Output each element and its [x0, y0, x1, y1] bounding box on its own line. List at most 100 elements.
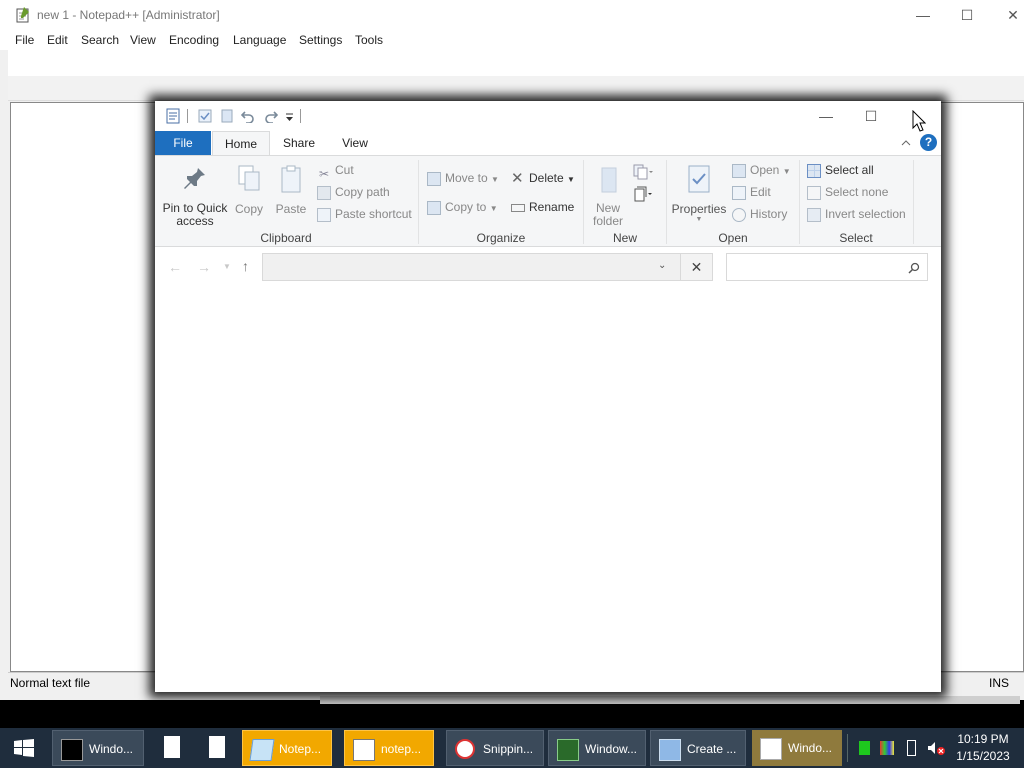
invert-selection-button[interactable]: Invert selection [807, 204, 906, 224]
scissors-icon: ✂ [318, 166, 330, 181]
address-dropdown-icon[interactable]: ⌄ [658, 260, 666, 271]
notepad-menu-bar: File Edit Search View Encoding Language … [0, 30, 1024, 50]
create-icon [659, 739, 681, 761]
notepad-tab-bar [8, 76, 1024, 100]
select-all-button[interactable]: Select all [807, 160, 874, 180]
pin-to-quick-access-button[interactable]: Pin to Quick access [161, 164, 229, 228]
back-arrow-icon[interactable]: ← [168, 259, 182, 275]
menu-file[interactable]: File [15, 33, 34, 47]
usb-device-icon[interactable] [907, 740, 916, 756]
paste-shortcut-button[interactable]: Paste shortcut [317, 204, 412, 224]
menu-encoding[interactable]: Encoding [169, 33, 219, 47]
rename-button[interactable]: Rename [511, 197, 574, 217]
collapse-ribbon-icon[interactable] [901, 139, 911, 147]
open-button[interactable]: Open ▼ [732, 160, 791, 180]
new-folder-qa-icon[interactable] [221, 109, 233, 123]
up-arrow-icon[interactable]: ↑ [242, 258, 249, 274]
explorer-maximize-button[interactable]: ☐ [848, 101, 894, 131]
properties-button[interactable]: Properties ▼ [671, 164, 727, 223]
taskbar-item-notepadpp[interactable]: notep... [344, 730, 434, 766]
start-button[interactable] [0, 728, 48, 768]
taskbar-item-windows-explorer[interactable]: Windo... [752, 730, 842, 766]
menu-view[interactable]: View [130, 33, 156, 47]
rename-icon [511, 203, 525, 212]
copy-to-button[interactable]: Copy to ▼ [427, 197, 498, 217]
paste-icon [281, 165, 301, 193]
notepad-title-bar[interactable]: new 1 - Notepad++ [Administrator] — ☐ ✕ [0, 0, 1024, 30]
maximize-button[interactable]: ☐ [944, 0, 990, 30]
tab-home[interactable]: Home [212, 131, 270, 155]
rename-label: Rename [529, 200, 575, 214]
green-status-icon[interactable] [859, 741, 870, 755]
menu-tools[interactable]: Tools [355, 33, 383, 47]
ribbon-home: Pin to Quick access Copy Paste ✂ Cut Copy… [155, 155, 941, 247]
recent-locations-dropdown-icon[interactable]: ▼ [223, 262, 231, 271]
clock-date: 1/15/2023 [956, 749, 1010, 763]
taskbar-label: Windo... [89, 742, 134, 756]
notepad-horizontal-scrollbar[interactable] [320, 696, 1020, 704]
taskbar-item-snipping[interactable]: Snippin... [446, 730, 544, 766]
new-folder-button[interactable]: New folder [589, 164, 627, 228]
tab-view[interactable]: View [331, 131, 379, 155]
explorer-properties-icon[interactable] [166, 108, 180, 124]
menu-edit[interactable]: Edit [47, 33, 68, 47]
explorer-title-bar[interactable]: — ☐ [155, 101, 941, 131]
minimize-button[interactable]: — [900, 0, 946, 30]
search-box[interactable] [726, 253, 928, 281]
blank-document-icon[interactable] [209, 736, 225, 758]
menu-language[interactable]: Language [233, 33, 286, 47]
undo-icon[interactable] [241, 109, 255, 123]
customize-qa-dropdown-icon[interactable] [285, 113, 294, 122]
tab-share[interactable]: Share [275, 131, 323, 155]
copy-path-button[interactable]: Copy path [317, 182, 390, 202]
paste-shortcut-icon [317, 207, 331, 222]
address-bar[interactable]: ⌄ [262, 253, 713, 281]
taskbar-item-window[interactable]: Window... [548, 730, 646, 766]
properties-dropdown-icon: ▼ [695, 216, 703, 223]
explorer-window: — ☐ File Home Share View ? Pin to Quick … [155, 101, 941, 692]
taskbar-item-cmd[interactable]: Windo... [52, 730, 144, 766]
cut-button[interactable]: ✂ Cut [317, 160, 354, 181]
redo-icon[interactable] [264, 109, 278, 123]
taskbar-clock[interactable]: 10:19 PM 1/15/2023 [948, 731, 1018, 765]
delete-icon: ✕ [511, 169, 524, 187]
select-none-icon [807, 185, 821, 200]
taskbar-label: Windo... [788, 741, 833, 755]
select-none-label: Select none [825, 185, 889, 199]
paste-button[interactable]: Paste [273, 164, 309, 216]
file-list-area[interactable] [155, 289, 941, 692]
checkmark-icon[interactable] [198, 109, 212, 123]
select-all-icon [807, 163, 821, 178]
explorer-minimize-button[interactable]: — [803, 101, 849, 131]
forward-arrow-icon[interactable]: → [197, 259, 211, 275]
blank-document-icon[interactable] [164, 736, 180, 758]
taskbar-item-create[interactable]: Create ... [650, 730, 746, 766]
copy-button[interactable]: Copy [231, 164, 267, 216]
edit-button[interactable]: Edit [732, 182, 771, 202]
tab-file[interactable]: File [155, 131, 211, 155]
menu-search[interactable]: Search [81, 33, 119, 47]
help-icon[interactable]: ? [920, 134, 937, 151]
move-to-icon [427, 171, 441, 186]
color-palette-icon[interactable] [880, 741, 894, 755]
taskbar-item-notepad[interactable]: Notep... [242, 730, 332, 766]
pin-label: Pin to Quick access [162, 201, 228, 228]
menu-settings[interactable]: Settings [299, 33, 342, 47]
history-icon [732, 207, 746, 222]
select-none-button[interactable]: Select none [807, 182, 888, 202]
close-button[interactable]: ✕ [990, 0, 1024, 30]
delete-button[interactable]: ✕ Delete ▼ [511, 168, 575, 188]
move-to-button[interactable]: Move to ▼ [427, 168, 499, 188]
notepadpp-icon [353, 739, 375, 761]
new-item-icon[interactable] [633, 164, 653, 180]
properties-label: Properties [671, 202, 727, 216]
address-clear-button[interactable]: ✕ [680, 253, 713, 281]
copy-icon [238, 165, 260, 191]
windows-logo-icon [14, 739, 34, 757]
history-button[interactable]: History [732, 204, 787, 224]
easy-access-icon[interactable] [633, 186, 653, 202]
taskbar: Windo... Notep... notep... Snippin... Wi… [0, 728, 1024, 768]
volume-muted-icon[interactable] [927, 741, 945, 755]
history-label: History [750, 207, 788, 221]
taskbar-label: Window... [585, 742, 638, 756]
